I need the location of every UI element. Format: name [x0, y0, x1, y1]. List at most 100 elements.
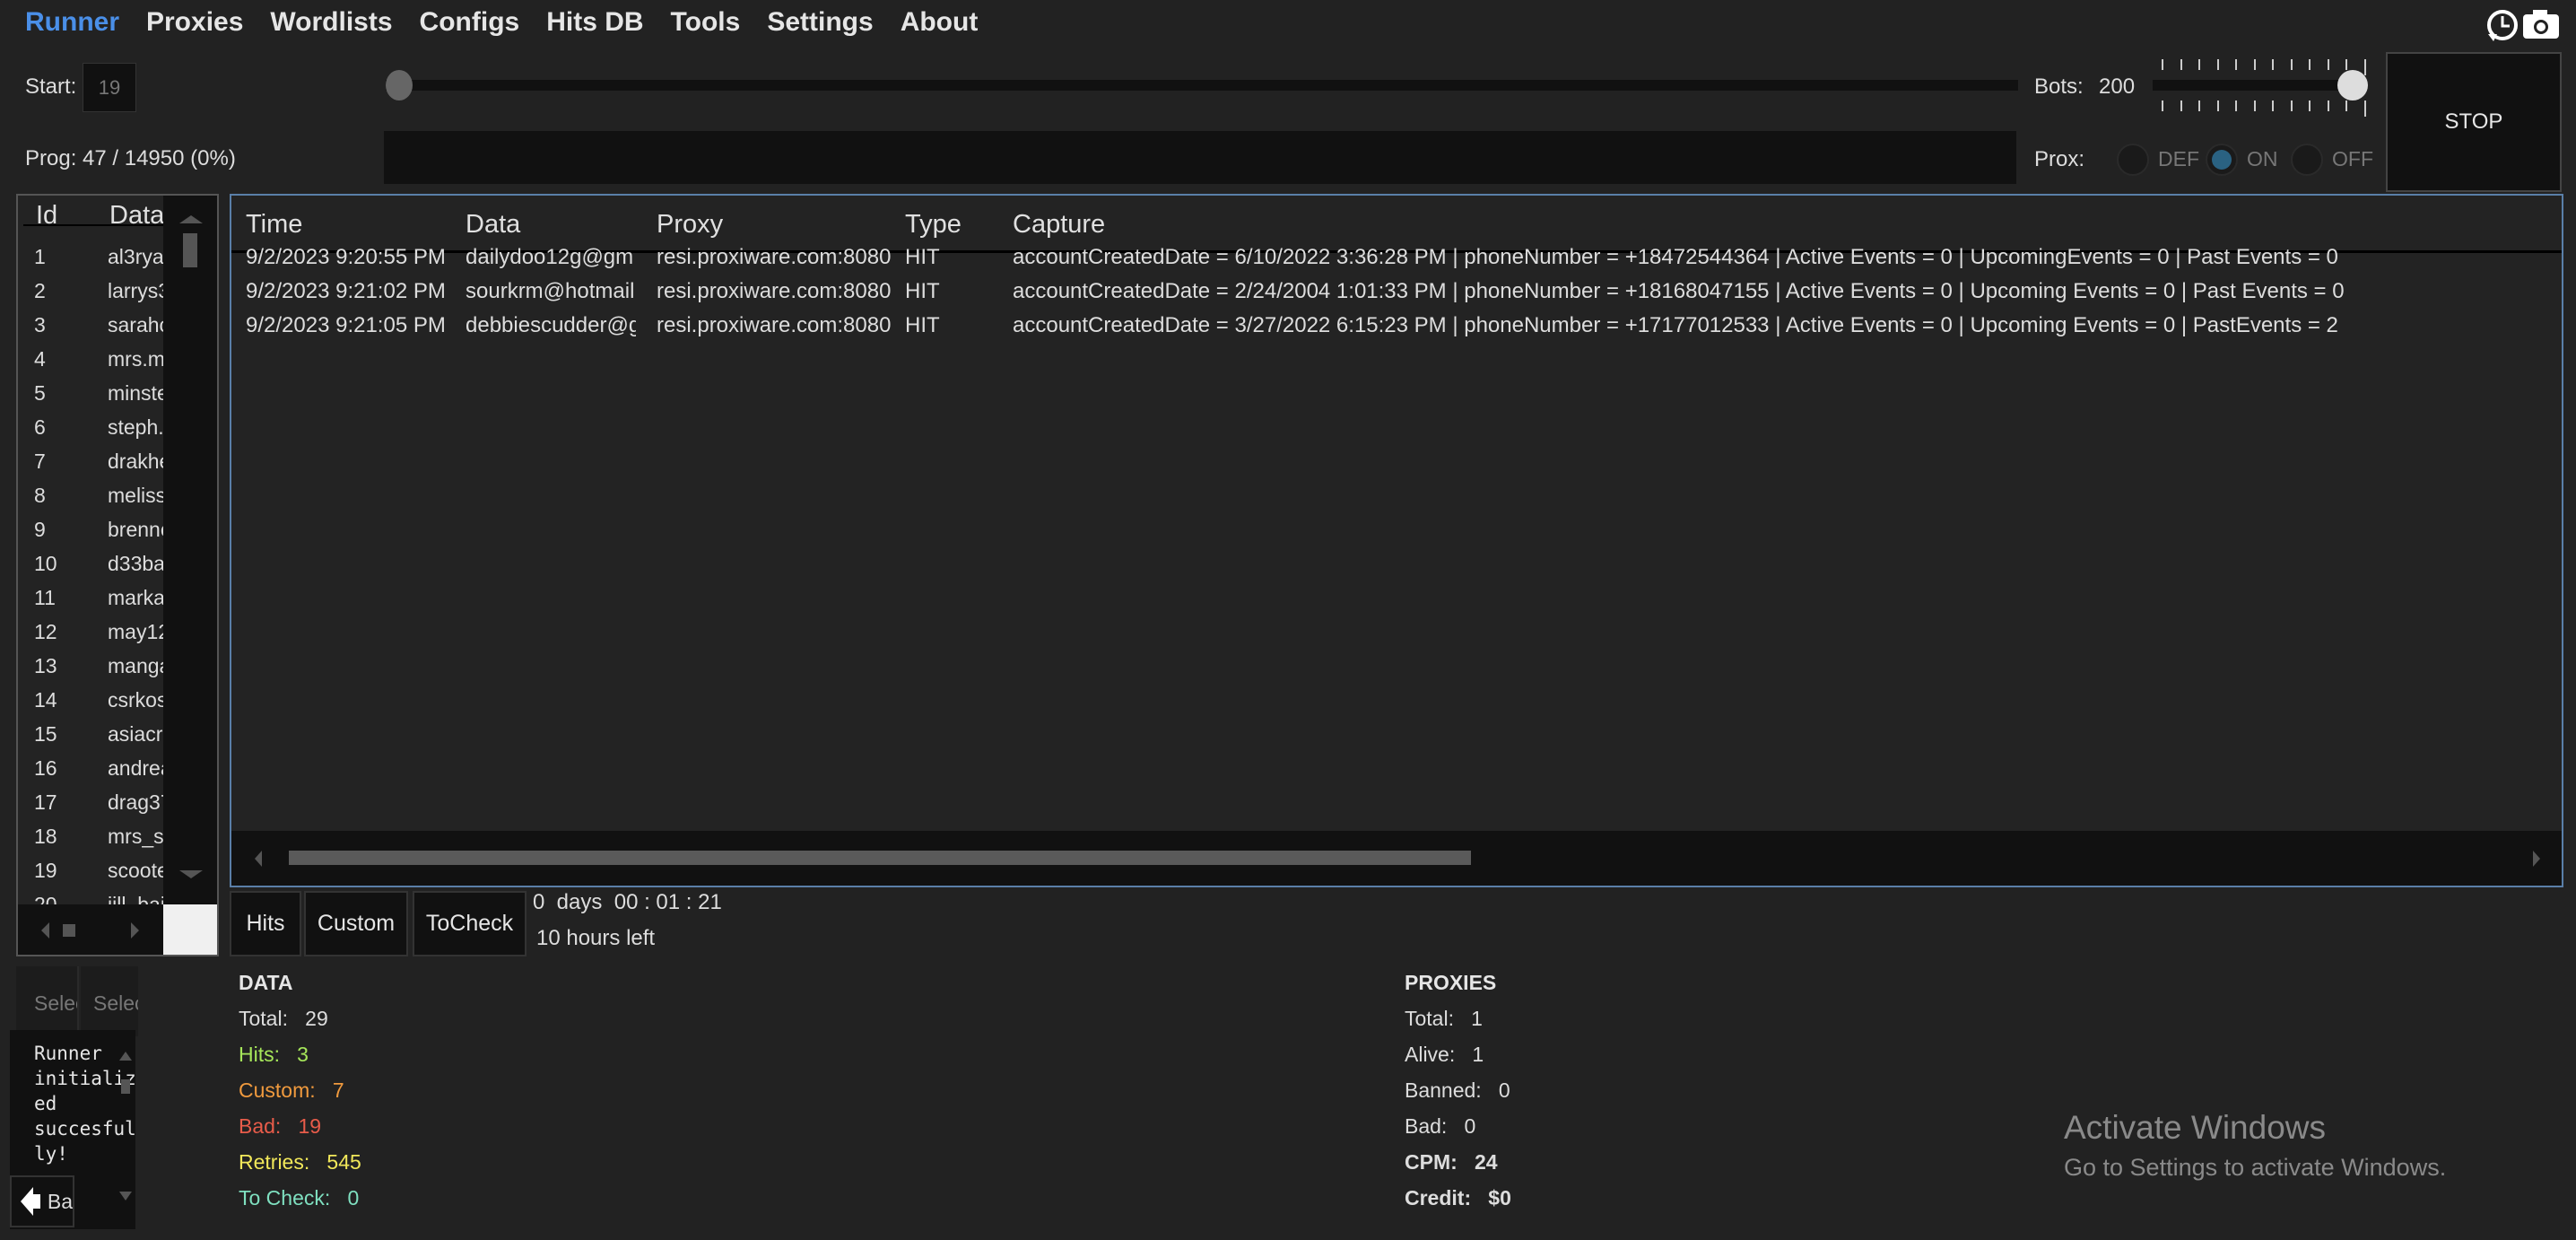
tab-custom[interactable]: Custom: [304, 891, 408, 956]
progress-label: Prog: 47 / 14950 (0%): [25, 146, 236, 170]
scroll-thumb[interactable]: [63, 924, 75, 937]
prox-on-radio[interactable]: [2206, 144, 2238, 176]
row-data: brennc: [108, 518, 163, 541]
row-id: 3: [34, 313, 46, 336]
stat-label: Banned:: [1405, 1078, 1482, 1102]
stat-label: Total:: [239, 1007, 288, 1030]
nav-tools[interactable]: Tools: [671, 7, 741, 38]
stat-label: Credit:: [1405, 1186, 1472, 1209]
row-id: 6: [34, 415, 46, 439]
cell-capture: accountCreatedDate = 3/27/2022 6:15:23 P…: [1013, 313, 2338, 337]
nav-about[interactable]: About: [901, 7, 979, 38]
table-row[interactable]: 9/2/2023 9:21:05 PM debbiescudder@g resi.p…: [231, 313, 2562, 347]
scroll-right-icon[interactable]: [131, 922, 139, 939]
stat-value: 0: [347, 1186, 360, 1209]
nav-runner[interactable]: Runner: [25, 7, 119, 38]
camera-icon[interactable]: [2522, 9, 2560, 39]
scroll-left-icon[interactable]: [255, 851, 262, 867]
nav-configs[interactable]: Configs: [420, 7, 520, 38]
start-slider-thumb[interactable]: [386, 70, 413, 100]
scroll-thumb[interactable]: [289, 851, 1471, 865]
row-id: 15: [34, 722, 57, 746]
watermark-subtitle: Go to Settings to activate Windows.: [2064, 1154, 2447, 1181]
scroll-thumb[interactable]: [121, 1079, 130, 1094]
nav-wordlists[interactable]: Wordlists: [270, 7, 392, 38]
vertical-scrollbar[interactable]: [163, 196, 217, 904]
scroll-up-icon[interactable]: [179, 215, 203, 223]
row-data: csrkos: [108, 688, 163, 712]
stat-label: Retries:: [239, 1150, 310, 1174]
stat-item: Total: 29: [239, 1007, 328, 1031]
start-input[interactable]: 19: [83, 63, 136, 112]
header-capture[interactable]: Capture: [1013, 210, 2537, 240]
row-data: mrs_st: [108, 825, 163, 848]
cell-type: HIT: [905, 245, 940, 269]
slider-tick: [2180, 59, 2182, 70]
scroll-left-icon[interactable]: [41, 922, 49, 939]
slider-tick: [2363, 100, 2366, 117]
stat-item: Total: 1: [1405, 1007, 1483, 1031]
row-id: 10: [34, 552, 57, 575]
stat-item: Alive: 1: [1405, 1043, 1484, 1067]
cell-proxy: resi.proxiware.com:8080: [657, 313, 892, 337]
history-clock-icon[interactable]: [2485, 7, 2520, 43]
bots-slider[interactable]: [2153, 80, 2364, 91]
nav-settings[interactable]: Settings: [767, 7, 873, 38]
stat-item: Bad: 0: [1405, 1114, 1475, 1139]
hits-grid: Time Data Proxy Type Capture 9/2/2023 9:…: [230, 194, 2563, 887]
scroll-down-icon[interactable]: [119, 1192, 132, 1201]
select-list-button[interactable]: Select Lis: [81, 966, 138, 1036]
row-data: may12: [108, 620, 163, 643]
slider-tick: [2216, 100, 2219, 111]
header-data[interactable]: Data: [466, 210, 636, 240]
scroll-up-icon[interactable]: [119, 1052, 132, 1061]
stat-value: 24: [1474, 1150, 1498, 1174]
tab-hits[interactable]: Hits: [230, 891, 301, 956]
row-data: drag37: [108, 790, 163, 814]
time-remaining: 10 hours left: [536, 926, 656, 950]
cell-proxy: resi.proxiware.com:8080: [657, 279, 892, 303]
scroll-corner: [163, 904, 217, 955]
table-row[interactable]: 9/2/2023 9:20:55 PM dailydoo12g@gm resi.pr…: [231, 245, 2562, 279]
tab-tocheck[interactable]: ToCheck: [413, 891, 527, 956]
cell-data: debbiescudder@g: [466, 313, 636, 337]
main-nav: Runner Proxies Wordlists Configs Hits DB…: [25, 7, 978, 38]
stat-label: Bad:: [239, 1114, 282, 1138]
slider-tick: [2327, 59, 2329, 70]
stop-button[interactable]: STOP: [2386, 52, 2562, 192]
scroll-right-icon[interactable]: [2533, 851, 2540, 867]
row-id: 12: [34, 620, 57, 643]
scroll-down-icon[interactable]: [179, 870, 203, 878]
row-data: meliss: [108, 484, 163, 507]
stat-item: Banned: 0: [1405, 1078, 1510, 1103]
cell-capture: accountCreatedDate = 2/24/2004 1:01:33 P…: [1013, 279, 2345, 303]
header-time[interactable]: Time: [246, 210, 461, 240]
slider-tick: [2272, 59, 2274, 70]
prox-label: Prox:: [2034, 147, 2085, 171]
header-proxy[interactable]: Proxy: [657, 210, 899, 240]
horizontal-scrollbar[interactable]: [18, 904, 163, 955]
bots-slider-thumb[interactable]: [2337, 70, 2368, 100]
bots-label: Bots:: [2034, 74, 2084, 99]
prox-def-radio[interactable]: [2117, 144, 2149, 176]
table-row[interactable]: 9/2/2023 9:21:02 PM sourkrm@hotmail resi.p…: [231, 279, 2562, 313]
header-type[interactable]: Type: [905, 210, 995, 240]
nav-hits-db[interactable]: Hits DB: [546, 7, 643, 38]
start-slider[interactable]: [386, 80, 2018, 91]
stat-item: Bad: 19: [239, 1114, 321, 1139]
back-button[interactable]: Ba: [10, 1175, 74, 1227]
scroll-thumb[interactable]: [183, 233, 197, 267]
stat-value: 3: [297, 1043, 309, 1066]
grid-horizontal-scrollbar[interactable]: [231, 831, 2562, 886]
stat-item: CPM: 24: [1405, 1150, 1498, 1175]
slider-tick: [2253, 100, 2256, 111]
stat-item: To Check: 0: [239, 1186, 359, 1210]
bots-value: 200: [2099, 74, 2136, 99]
select-config-button[interactable]: Select CF: [16, 966, 79, 1036]
slider-tick: [2198, 59, 2200, 70]
stat-label: Custom:: [239, 1078, 316, 1102]
prox-off-radio[interactable]: [2291, 144, 2323, 176]
row-id: 5: [34, 381, 46, 405]
row-id: 8: [34, 484, 46, 507]
nav-proxies[interactable]: Proxies: [146, 7, 243, 38]
